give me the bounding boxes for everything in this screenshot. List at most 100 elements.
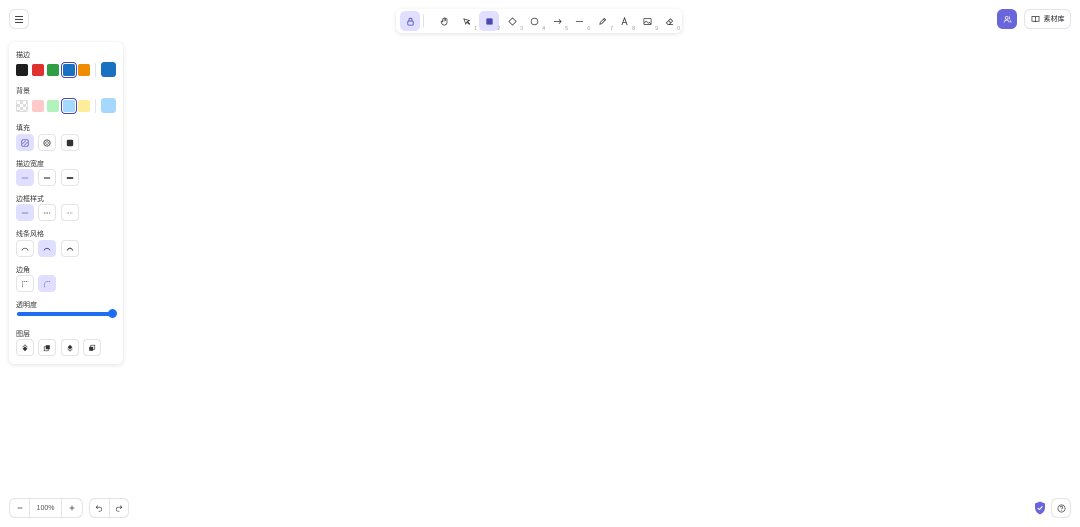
shortcut-key: 1 (474, 26, 477, 32)
solid-line-icon (21, 212, 29, 213)
background-color-pink[interactable] (32, 100, 44, 112)
draw-tool-button[interactable]: 7 (592, 11, 613, 32)
arrow-tool-button[interactable]: 5 (547, 11, 568, 32)
layers-label: 图层 (16, 331, 30, 338)
line-tool-button[interactable]: 6 (569, 11, 590, 32)
diamond-icon (507, 16, 517, 26)
arrow-icon (553, 18, 562, 24)
undo-icon (95, 505, 103, 512)
collaborate-button[interactable] (997, 9, 1017, 29)
stroke-style-solid-button[interactable] (16, 204, 34, 221)
stroke-color-black[interactable] (16, 64, 28, 76)
edges-round-button[interactable] (38, 275, 56, 292)
dashed-line-icon (43, 212, 51, 213)
stroke-width-bold-button[interactable] (38, 169, 56, 186)
shortcut-key: 3 (520, 26, 523, 32)
rectangle-icon (485, 17, 493, 25)
line-icon (575, 20, 583, 22)
undo-button[interactable] (90, 499, 110, 517)
redo-button[interactable] (110, 499, 129, 517)
send-to-back-icon (22, 343, 28, 351)
artist-curve-icon (43, 247, 51, 251)
image-tool-button[interactable]: 9 (637, 11, 658, 32)
hamburger-icon (15, 15, 23, 23)
stroke-color-blue[interactable] (61, 62, 77, 78)
minus-icon (17, 507, 22, 509)
edges-sharp-button[interactable] (16, 275, 34, 292)
stroke-style-dotted-button[interactable] (61, 204, 79, 221)
library-button[interactable]: 素材库 (1024, 9, 1071, 29)
question-icon (1057, 504, 1065, 512)
stroke-style-label: 边框样式 (16, 196, 44, 203)
opacity-slider-track[interactable] (17, 312, 113, 316)
eraser-icon (665, 17, 673, 25)
background-color-transparent[interactable] (16, 100, 28, 112)
lock-tool-button[interactable] (400, 11, 420, 31)
stroke-custom-color-button[interactable] (101, 62, 116, 77)
opacity-slider-thumb[interactable] (108, 309, 117, 318)
ellipse-tool-button[interactable]: 4 (524, 11, 545, 32)
fill-cross-hatch-button[interactable] (38, 134, 56, 151)
eraser-tool-button[interactable]: 0 (659, 11, 680, 32)
stroke-label: 描边 (16, 52, 30, 59)
toolbar: 1 2 3 4 5 6 7 8 9 0 (396, 9, 682, 33)
sharp-corner-icon (22, 280, 29, 287)
background-color-light-green[interactable] (47, 100, 59, 112)
stroke-color-red[interactable] (32, 64, 44, 76)
send-backward-icon (43, 344, 50, 351)
background-custom-color-button[interactable] (101, 98, 116, 113)
sloppiness-architect-button[interactable] (16, 240, 34, 257)
pencil-icon (598, 17, 606, 25)
fill-hachure-icon (21, 138, 29, 147)
users-icon (1003, 15, 1011, 23)
shield-check-icon[interactable] (1034, 501, 1046, 515)
shortcut-key: 8 (632, 26, 635, 32)
image-icon (643, 17, 651, 25)
diamond-tool-button[interactable]: 3 (502, 11, 523, 32)
shortcut-key: 6 (587, 26, 590, 32)
zoom-reset-button[interactable]: 100% (30, 499, 62, 517)
fill-hachure-button[interactable] (16, 134, 34, 151)
fill-solid-icon (66, 139, 74, 146)
sloppiness-artist-button[interactable] (38, 240, 56, 257)
round-corner-icon (44, 280, 51, 287)
send-backward-button[interactable] (38, 339, 56, 356)
divider (95, 63, 96, 77)
fill-solid-button[interactable] (61, 134, 79, 151)
stroke-width-thin-button[interactable] (16, 169, 34, 186)
zoom-in-button[interactable] (62, 499, 82, 517)
stroke-color-green[interactable] (47, 64, 59, 76)
background-color-light-yellow[interactable] (78, 100, 90, 112)
opacity-label: 透明度 (16, 302, 37, 309)
zoom-controls: 100% (9, 498, 83, 518)
lock-icon (406, 17, 414, 26)
zoom-out-button[interactable] (10, 499, 30, 517)
sloppiness-label: 线条风格 (16, 231, 44, 238)
stroke-style-dashed-button[interactable] (38, 204, 56, 221)
bring-to-front-button[interactable] (83, 339, 101, 356)
stroke-width-extra-bold-button[interactable] (61, 169, 79, 186)
background-color-light-blue[interactable] (61, 98, 77, 114)
edges-label: 边角 (16, 267, 30, 274)
bring-forward-button[interactable] (61, 339, 79, 356)
toolbar-divider (423, 14, 424, 28)
rectangle-tool-button[interactable]: 2 (479, 11, 500, 32)
main-menu-button[interactable] (9, 9, 29, 29)
thin-line-icon (21, 177, 29, 178)
shortcut-key: 0 (677, 26, 680, 32)
send-to-back-button[interactable] (16, 339, 34, 356)
sloppiness-cartoonist-button[interactable] (61, 240, 79, 257)
bring-forward-icon (67, 344, 73, 352)
selection-tool-button[interactable]: 1 (456, 11, 477, 32)
fill-cross-hatch-icon (43, 138, 51, 147)
architect-curve-icon (21, 247, 29, 251)
stroke-width-label: 描边宽度 (16, 161, 44, 168)
plus-icon (69, 505, 75, 511)
hand-tool-button[interactable] (434, 11, 454, 31)
redo-icon (115, 505, 123, 512)
text-tool-button[interactable]: 8 (614, 11, 635, 32)
stroke-color-orange[interactable] (78, 64, 90, 76)
history-controls (89, 498, 129, 518)
bold-line-icon (43, 176, 51, 179)
help-button[interactable] (1051, 498, 1071, 518)
